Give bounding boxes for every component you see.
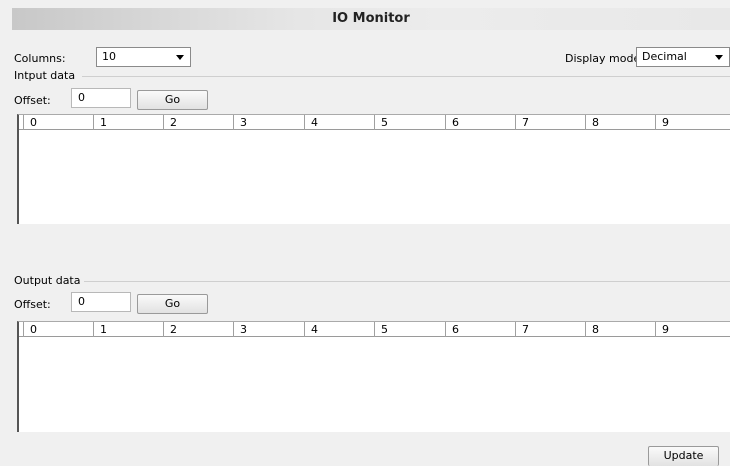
input-col-header-1[interactable]: 1 bbox=[93, 115, 107, 130]
display-mode-select-value: Decimal bbox=[642, 50, 687, 63]
output-data-table[interactable]: 0 1 2 3 4 5 6 7 8 9 bbox=[17, 321, 730, 432]
output-col-header-9[interactable]: 9 bbox=[655, 322, 669, 337]
output-col-header-5[interactable]: 5 bbox=[374, 322, 388, 337]
output-go-button[interactable]: Go bbox=[137, 294, 208, 314]
update-button[interactable]: Update bbox=[648, 446, 719, 466]
chevron-down-icon bbox=[176, 55, 184, 60]
columns-label: Columns: bbox=[14, 52, 66, 65]
output-col-header-6[interactable]: 6 bbox=[445, 322, 459, 337]
output-group-divider bbox=[84, 281, 730, 282]
output-table-header: 0 1 2 3 4 5 6 7 8 9 bbox=[19, 322, 730, 337]
input-col-header-3[interactable]: 3 bbox=[233, 115, 247, 130]
input-col-header-8[interactable]: 8 bbox=[585, 115, 599, 130]
chevron-down-icon bbox=[715, 55, 723, 60]
input-col-header-2[interactable]: 2 bbox=[163, 115, 177, 130]
columns-select-value: 10 bbox=[102, 50, 116, 63]
output-col-header-8[interactable]: 8 bbox=[585, 322, 599, 337]
input-col-header-9[interactable]: 9 bbox=[655, 115, 669, 130]
columns-select[interactable]: 10 bbox=[96, 47, 191, 67]
display-mode-label: Display mode: bbox=[565, 52, 644, 65]
output-col-header-2[interactable]: 2 bbox=[163, 322, 177, 337]
input-go-button[interactable]: Go bbox=[137, 90, 208, 110]
input-offset-label: Offset: bbox=[14, 94, 51, 107]
input-table-header: 0 1 2 3 4 5 6 7 8 9 bbox=[19, 115, 730, 130]
output-col-header-1[interactable]: 1 bbox=[93, 322, 107, 337]
output-col-header-4[interactable]: 4 bbox=[304, 322, 318, 337]
output-data-group-label: Output data bbox=[14, 274, 81, 287]
input-offset-field[interactable]: 0 bbox=[71, 88, 131, 108]
input-col-header-7[interactable]: 7 bbox=[515, 115, 529, 130]
input-col-header-6[interactable]: 6 bbox=[445, 115, 459, 130]
input-data-table[interactable]: 0 1 2 3 4 5 6 7 8 9 bbox=[17, 114, 730, 224]
output-col-header-0[interactable]: 0 bbox=[23, 322, 37, 337]
output-col-header-7[interactable]: 7 bbox=[515, 322, 529, 337]
input-col-header-5[interactable]: 5 bbox=[374, 115, 388, 130]
input-group-divider bbox=[82, 76, 730, 77]
input-col-header-4[interactable]: 4 bbox=[304, 115, 318, 130]
window-title: IO Monitor bbox=[12, 8, 730, 30]
output-col-header-3[interactable]: 3 bbox=[233, 322, 247, 337]
input-col-header-0[interactable]: 0 bbox=[23, 115, 37, 130]
output-offset-label: Offset: bbox=[14, 298, 51, 311]
display-mode-select[interactable]: Decimal bbox=[636, 47, 730, 67]
output-offset-field[interactable]: 0 bbox=[71, 292, 131, 312]
input-data-group-label: Intput data bbox=[14, 69, 76, 82]
